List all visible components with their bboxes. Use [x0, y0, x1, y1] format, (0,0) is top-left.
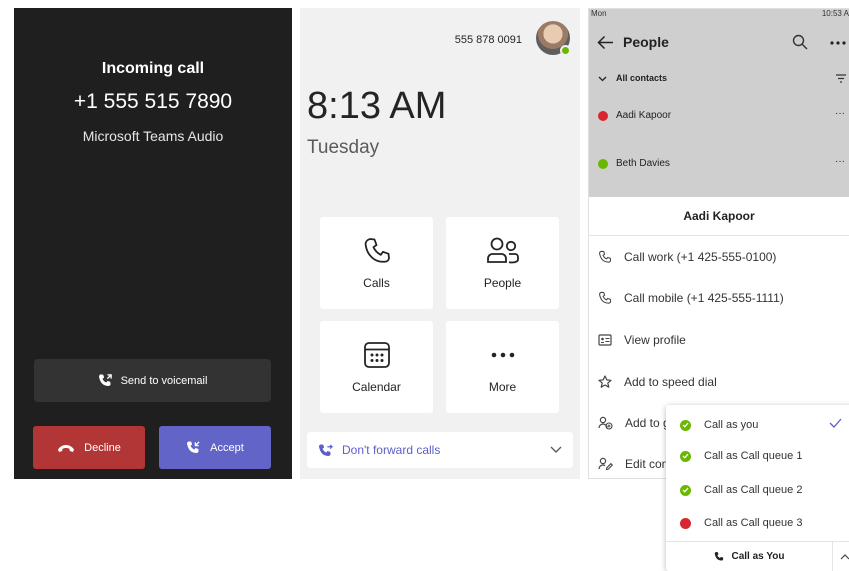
- call-type-label: Microsoft Teams Audio: [82, 128, 224, 144]
- clock-day: Tuesday: [307, 137, 380, 158]
- device-phone-number: 555 878 0091: [454, 34, 522, 46]
- chevron-up-icon: [840, 553, 849, 560]
- calendar-icon: [362, 340, 392, 370]
- option-label: Call as Call queue 3: [704, 517, 803, 529]
- option-label: Call as you: [704, 419, 759, 431]
- divider: [589, 235, 849, 236]
- voicemail-phone-icon: [98, 373, 113, 388]
- phone-icon: [598, 291, 612, 305]
- call-as-queue-3-option[interactable]: Call as Call queue 3: [680, 517, 802, 529]
- contact-row[interactable]: Aadi Kapoor ···: [589, 108, 849, 124]
- chevron-down-icon: [598, 76, 607, 82]
- back-arrow-icon[interactable]: [597, 35, 614, 50]
- call-as-button-label: Call as You: [731, 551, 785, 562]
- star-icon: [598, 375, 612, 389]
- call-as-you-option[interactable]: Call as you: [680, 419, 758, 431]
- person-edit-icon: [598, 457, 613, 471]
- presence-busy-icon: [680, 517, 691, 529]
- group-label: All contacts: [616, 73, 668, 83]
- contact-name: Aadi Kapoor: [616, 110, 672, 121]
- item-label: Add to speed dial: [624, 375, 717, 389]
- page-title: People: [623, 34, 669, 50]
- option-label: Call as Call queue 2: [704, 484, 803, 496]
- caller-number: +1 555 515 7890: [73, 90, 233, 113]
- filter-icon[interactable]: [835, 74, 847, 83]
- call-as-queue-2-option[interactable]: Call as Call queue 2: [680, 484, 802, 496]
- status-bar-day: Mon: [591, 9, 607, 18]
- view-profile-item[interactable]: View profile: [598, 333, 686, 347]
- people-icon: [486, 236, 520, 266]
- accept-phone-icon: [186, 440, 201, 455]
- phone-icon: [714, 551, 725, 562]
- checkmark-icon: [829, 418, 842, 428]
- device-home-screen: 555 878 0091 8:13 AM Tuesday Calls Peopl…: [300, 8, 580, 479]
- call-as-menu: Call as you Call as Call queue 1 Call as…: [666, 405, 849, 571]
- row-more-icon[interactable]: ···: [835, 156, 845, 167]
- edit-contact-item[interactable]: Edit con: [598, 457, 668, 471]
- contact-name: Beth Davies: [616, 158, 670, 169]
- item-label: Call work (+1 425-555-0100): [624, 250, 777, 264]
- tile-people[interactable]: People: [446, 217, 559, 309]
- decline-button[interactable]: Decline: [33, 426, 145, 469]
- phone-icon: [598, 250, 612, 264]
- row-more-icon[interactable]: ···: [835, 108, 845, 119]
- chevron-down-icon: [549, 442, 563, 456]
- tile-calendar[interactable]: Calendar: [320, 321, 433, 413]
- call-as-button[interactable]: Call as You: [666, 551, 832, 562]
- sheet-title: Aadi Kapoor: [683, 209, 755, 223]
- tile-more[interactable]: More: [446, 321, 559, 413]
- presence-available-icon: [680, 484, 691, 496]
- search-icon[interactable]: [792, 34, 808, 50]
- call-work-item[interactable]: Call work (+1 425-555-0100): [598, 250, 776, 264]
- hang-up-icon: [57, 443, 75, 453]
- decline-label: Decline: [84, 441, 121, 454]
- presence-available-icon: [680, 419, 691, 431]
- accept-button[interactable]: Accept: [159, 426, 271, 469]
- tile-people-label: People: [483, 276, 522, 290]
- incoming-call-screen: Incoming call +1 555 515 7890 Microsoft …: [14, 8, 292, 479]
- item-label: Edit con: [625, 457, 669, 471]
- call-mobile-item[interactable]: Call mobile (+1 425-555-1111): [598, 291, 784, 305]
- forward-phone-icon: [318, 443, 333, 458]
- send-to-voicemail-button[interactable]: Send to voicemail: [34, 359, 271, 402]
- forward-label: Don't forward calls: [342, 443, 441, 457]
- contact-row[interactable]: Beth Davies ···: [589, 156, 849, 172]
- accept-label: Accept: [210, 441, 244, 454]
- call-as-queue-1-option[interactable]: Call as Call queue 1: [680, 450, 802, 462]
- status-bar-time: 10:53 A: [821, 9, 849, 18]
- presence-available-icon: [560, 45, 571, 56]
- tile-calls-label: Calls: [363, 276, 390, 290]
- tile-more-label: More: [488, 380, 517, 394]
- phone-icon: [362, 236, 392, 266]
- presence-busy-icon: [598, 111, 608, 121]
- tile-calls[interactable]: Calls: [320, 217, 433, 309]
- clock-time: 8:13 AM: [307, 85, 447, 127]
- more-options-icon[interactable]: [830, 41, 846, 45]
- add-to-group-item[interactable]: Add to g: [598, 416, 670, 430]
- speed-dial-item[interactable]: Add to speed dial: [598, 375, 717, 389]
- item-label: Call mobile (+1 425-555-1111): [624, 291, 784, 305]
- presence-available-icon: [680, 450, 691, 462]
- call-forwarding-dropdown[interactable]: Don't forward calls: [307, 432, 573, 468]
- presence-available-icon: [598, 159, 608, 169]
- more-dots-icon: [488, 340, 518, 370]
- item-label: View profile: [624, 333, 686, 347]
- people-add-icon: [598, 416, 613, 430]
- chevron-up-button[interactable]: [833, 553, 849, 560]
- contact-card-icon: [598, 334, 612, 346]
- option-label: Call as Call queue 1: [704, 450, 803, 462]
- item-label: Add to g: [625, 416, 670, 430]
- contacts-group-header[interactable]: All contacts: [589, 73, 849, 87]
- voicemail-label: Send to voicemail: [120, 374, 208, 387]
- avatar[interactable]: [536, 21, 571, 56]
- tile-calendar-label: Calendar: [352, 380, 401, 394]
- incoming-call-title: Incoming call: [101, 60, 205, 77]
- call-as-footer: Call as You: [666, 541, 849, 571]
